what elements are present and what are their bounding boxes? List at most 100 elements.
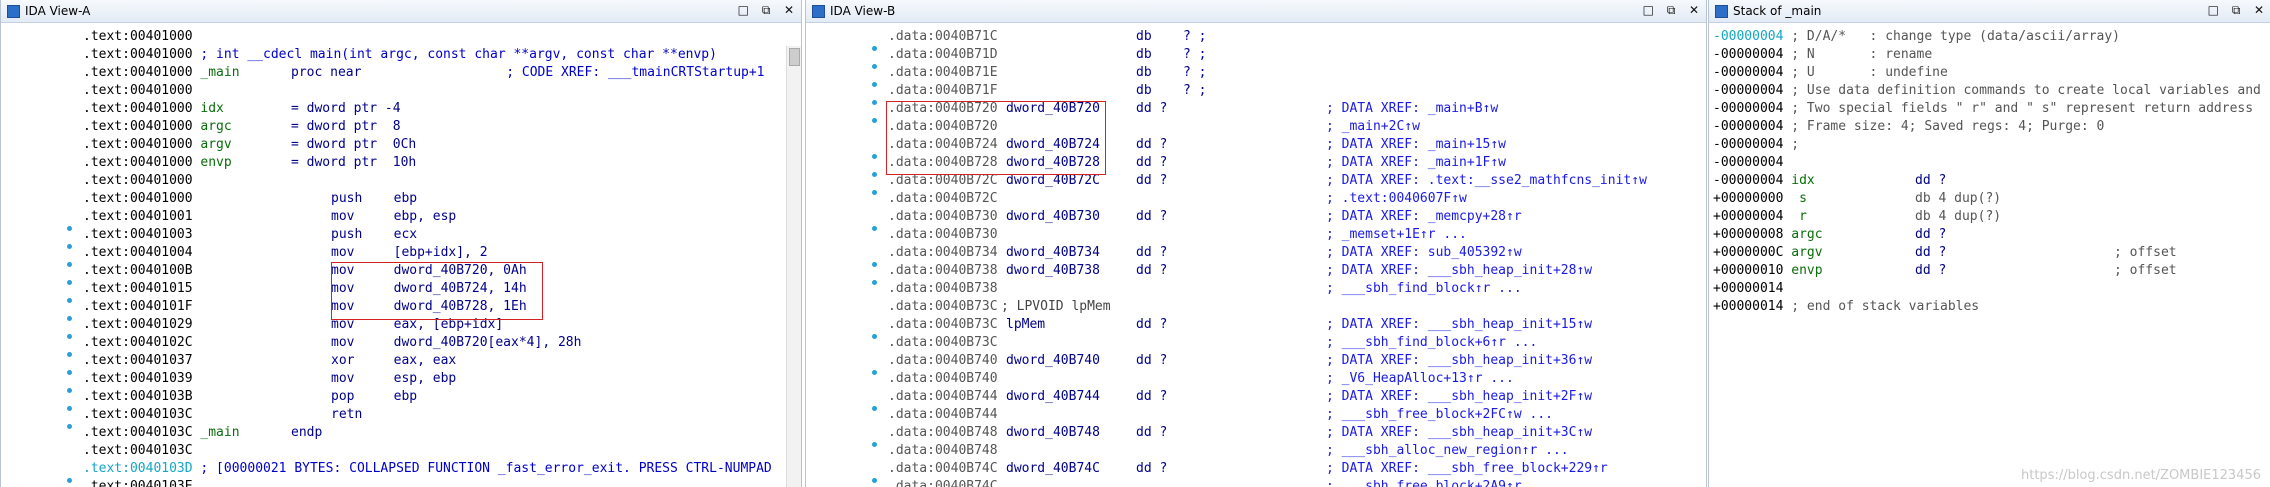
listing-row[interactable]: .text:00401000 envp = dword ptr 10h: [1, 154, 801, 172]
stack-offset: -00000004: [1713, 155, 1784, 170]
address: .data:0040B730: [888, 227, 998, 242]
close-button[interactable]: ✕: [2251, 3, 2267, 18]
listing-row[interactable]: .data:0040B738 dword_40B738 dd ? ; DATA XRE…: [806, 262, 1706, 285]
listing-row[interactable]: .text:00401000 argv = dword ptr 0Ch: [1, 136, 801, 154]
listing-row[interactable]: .text:00401000: [1, 28, 801, 46]
listing-row[interactable]: -00000004 ; Two special fields " r" and …: [1709, 100, 2270, 118]
listing-row[interactable]: .data:0040B73C ; ___sbh_find_block+6↑r ..…: [806, 334, 1706, 352]
xref-comment: ; ___sbh_alloc_new_region↑r ...: [1326, 443, 1569, 458]
listing-row[interactable]: -00000004 ; U : undefine: [1709, 64, 2270, 82]
listing-row[interactable]: .data:0040B74C dword_40B74C dd ? ; DATA XRE…: [806, 460, 1706, 483]
listing-row[interactable]: +0000000C argv dd ? ; offset: [1709, 244, 2270, 262]
listing-row[interactable]: -00000004 ; N : rename: [1709, 46, 2270, 64]
xref-comment: ; DATA XREF: _main+B↑w: [1326, 101, 1499, 116]
listing-row[interactable]: .text:0040103C retn: [1, 406, 801, 429]
stack-offset: +00000010: [1713, 263, 1784, 278]
listing-row[interactable]: .data:0040B74C ; ___sbh_free_block+2A9↑r: [806, 478, 1706, 487]
address: .text:00401000: [83, 119, 193, 134]
listing-row[interactable]: .text:00401000 push ebp: [1, 190, 801, 208]
listing-row[interactable]: .text:00401003 push ecx: [1, 226, 801, 249]
listing-row[interactable]: .data:0040B730 ; _memset+1E↑r ...: [806, 226, 1706, 244]
stack-of-main-pane[interactable]: Stack of _main □ ⧉ ✕ -00000004 ; D/A/* :…: [1708, 0, 2270, 487]
listing-row[interactable]: .text:0040103C: [1, 442, 801, 460]
listing-row[interactable]: .text:00401039 mov esp, ebp: [1, 370, 801, 393]
ida-view-a-titlebar[interactable]: IDA View-A □ ⧉ ✕: [1, 0, 801, 23]
restore-button[interactable]: ⧉: [1663, 3, 1679, 18]
listing-row[interactable]: -00000004 ;: [1709, 136, 2270, 154]
listing-row[interactable]: .data:0040B73C lpMem dd ? ; DATA XREF: ___s…: [806, 316, 1706, 339]
stack-type: db 4 dup(?): [1915, 209, 2002, 224]
listing-row[interactable]: .data:0040B740 dword_40B740 dd ? ; DATA XRE…: [806, 352, 1706, 375]
data-name-label: ; LPVOID lpMem: [1001, 299, 1111, 314]
listing-row[interactable]: -00000004 ; D/A/* : change type (data/as…: [1709, 28, 2270, 46]
data-name-label: dword_40B740: [1006, 353, 1100, 368]
stack-offset: -00000004: [1713, 47, 1784, 62]
close-button[interactable]: ✕: [781, 3, 797, 18]
listing-row[interactable]: .text:00401000: [1, 82, 801, 100]
listing-row[interactable]: .data:0040B72C ; .text:0040607F↑w: [806, 190, 1706, 208]
listing-row[interactable]: .data:0040B71C db ? ;: [806, 28, 1706, 51]
listing-row[interactable]: +00000014 ; end of stack variables: [1709, 298, 2270, 316]
listing-row[interactable]: .text:00401000 argc = dword ptr 8: [1, 118, 801, 136]
listing-row[interactable]: +00000004 r db 4 dup(?): [1709, 208, 2270, 226]
address: .text:0040102C: [83, 335, 193, 350]
listing-row[interactable]: .text:00401037 xor eax, eax: [1, 352, 801, 375]
address: .data:0040B71D: [888, 47, 998, 62]
listing-row[interactable]: .text:00401000 _main proc near ; CODE XRE…: [1, 64, 801, 82]
restore-button[interactable]: ⧉: [758, 3, 774, 18]
listing-row[interactable]: .text:0040103E: [1, 478, 801, 487]
stack-titlebar[interactable]: Stack of _main □ ⧉ ✕: [1709, 0, 2270, 23]
data-type: db ? ;: [1136, 83, 1207, 98]
listing-row[interactable]: .data:0040B734 dword_40B734 dd ? ; DATA XRE…: [806, 244, 1706, 267]
listing-row[interactable]: -00000004 ; Frame size: 4; Saved regs: 4…: [1709, 118, 2270, 136]
listing-row[interactable]: .text:00401004 mov [ebp+idx], 2: [1, 244, 801, 267]
restore-button[interactable]: ⧉: [2228, 3, 2244, 18]
listing-row[interactable]: .text:0040103D ; [00000021 BYTES: COLLAP…: [1, 460, 801, 483]
address: .data:0040B748: [888, 425, 998, 440]
listing-row[interactable]: .data:0040B748 dword_40B748 dd ? ; DATA XRE…: [806, 424, 1706, 447]
scrollbar-thumb[interactable]: [789, 48, 800, 66]
minimize-button[interactable]: □: [1640, 3, 1656, 18]
listing-row[interactable]: .data:0040B71D db ? ;: [806, 46, 1706, 69]
label-or-comment: ; [00000021 BYTES: COLLAPSED FUNCTION _f…: [192, 461, 772, 476]
listing-row[interactable]: .text:0040103C _main endp: [1, 424, 801, 442]
ida-view-a-pane[interactable]: IDA View-A □ ⧉ ✕ .text:00401000 .text:004…: [0, 0, 802, 487]
minimize-button[interactable]: □: [735, 3, 751, 18]
listing-row[interactable]: .text:0040103B pop ebp: [1, 388, 801, 411]
stack-offset: +0000000C: [1713, 245, 1784, 260]
address: .data:0040B744: [888, 407, 998, 422]
listing-row[interactable]: .data:0040B744 ; ___sbh_free_block+2FC↑w …: [806, 406, 1706, 424]
listing-row[interactable]: .text:00401001 mov ebp, esp: [1, 208, 801, 231]
listing-row[interactable]: .data:0040B738 ; ___sbh_find_block↑r ...: [806, 280, 1706, 298]
address: .data:0040B740: [888, 353, 998, 368]
disassembly-listing-b[interactable]: .data:0040B71C db ? ; .data:0040B71D db ? ;…: [806, 28, 1706, 487]
listing-row[interactable]: .data:0040B73C; LPVOID lpMem: [806, 298, 1706, 316]
listing-row[interactable]: .data:0040B748 ; ___sbh_alloc_new_region↑…: [806, 442, 1706, 460]
ida-view-b-titlebar[interactable]: IDA View-B □ ⧉ ✕: [806, 0, 1706, 23]
listing-row[interactable]: .text:00401000 ; int __cdecl main(int ar…: [1, 46, 801, 64]
listing-row[interactable]: .data:0040B71E db ? ;: [806, 64, 1706, 87]
listing-row[interactable]: .data:0040B744 dword_40B744 dd ? ; DATA XRE…: [806, 388, 1706, 411]
listing-row[interactable]: +00000000 s db 4 dup(?): [1709, 190, 2270, 208]
instruction: retn: [331, 407, 363, 422]
listing-row[interactable]: .data:0040B740 ; _V6_HeapAlloc+13↑r ...: [806, 370, 1706, 388]
listing-row[interactable]: -00000004: [1709, 154, 2270, 172]
listing-row[interactable]: +00000014: [1709, 280, 2270, 298]
listing-row[interactable]: -00000004 ; Use data definition commands…: [1709, 82, 2270, 100]
stack-offset: -00000004: [1713, 173, 1784, 188]
listing-row[interactable]: .data:0040B71F db ? ;: [806, 82, 1706, 105]
minimize-button[interactable]: □: [2205, 3, 2221, 18]
listing-row[interactable]: .text:00401000 idx = dword ptr -4: [1, 100, 801, 118]
disassembly-listing-a[interactable]: .text:00401000 .text:00401000 ; int __cde…: [1, 28, 801, 487]
listing-row[interactable]: +00000010 envp dd ? ; offset: [1709, 262, 2270, 280]
ida-view-b-pane[interactable]: IDA View-B □ ⧉ ✕ .data:0040B71C db ? ; .da…: [805, 0, 1707, 487]
listing-row[interactable]: .data:0040B730 dword_40B730 dd ? ; DATA XRE…: [806, 208, 1706, 231]
listing-row[interactable]: .text:00401000: [1, 172, 801, 190]
listing-row[interactable]: +00000008 argc dd ?: [1709, 226, 2270, 244]
address: .data:0040B748: [888, 443, 998, 458]
vertical-scrollbar[interactable]: [786, 46, 801, 487]
stack-listing[interactable]: -00000004 ; D/A/* : change type (data/as…: [1709, 28, 2270, 487]
listing-row[interactable]: .text:0040102C mov dword_40B720[eax*4], 2…: [1, 334, 801, 357]
listing-row[interactable]: -00000004 idx dd ?: [1709, 172, 2270, 190]
close-button[interactable]: ✕: [1686, 3, 1702, 18]
